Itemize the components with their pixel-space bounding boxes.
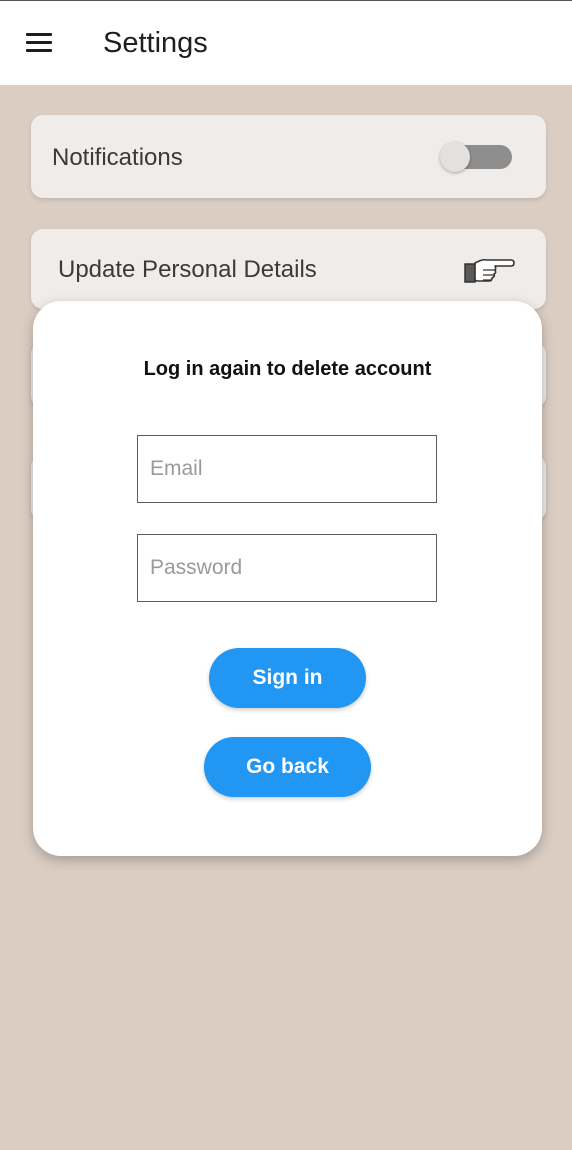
notifications-label: Notifications [52,144,183,171]
app-bar: Settings [0,0,572,85]
personal-details-label: Update Personal Details [58,256,317,283]
password-field[interactable] [137,534,437,602]
sign-in-button[interactable]: Sign in [209,648,366,708]
notifications-setting-card: Notifications [31,115,546,198]
hamburger-menu-icon[interactable] [24,31,54,55]
notifications-toggle[interactable] [440,142,512,172]
reauth-dialog: Log in again to delete account Sign in G… [33,301,542,856]
dialog-title: Log in again to delete account [143,358,432,380]
go-back-button[interactable]: Go back [204,737,371,797]
email-field[interactable] [137,435,437,503]
pointing-hand-icon [464,258,515,283]
toggle-thumb [440,142,470,172]
page-title: Settings [103,27,208,59]
personal-details-setting-card[interactable]: Update Personal Details [31,229,546,309]
